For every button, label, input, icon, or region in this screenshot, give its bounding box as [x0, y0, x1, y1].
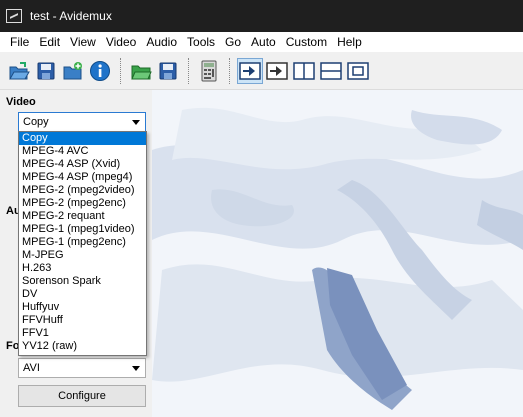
menu-auto[interactable]: Auto — [246, 32, 281, 52]
menu-bar: File Edit View Video Audio Tools Go Auto… — [0, 32, 523, 52]
codec-option-mpeg1-mpeg2enc[interactable]: MPEG-1 (mpeg2enc) — [19, 236, 146, 249]
info-icon[interactable] — [87, 58, 113, 84]
avidemux-app-icon — [6, 9, 22, 23]
chevron-down-icon — [132, 120, 140, 125]
calculator-icon[interactable] — [196, 58, 222, 84]
video-codec-value: Copy — [23, 116, 49, 128]
title-bar: test - Avidemux — [0, 0, 523, 32]
menu-tools[interactable]: Tools — [182, 32, 220, 52]
codec-option-ffvhuff[interactable]: FFVHuff — [19, 314, 146, 327]
menu-custom[interactable]: Custom — [281, 32, 332, 52]
codec-option-mpeg2-requant[interactable]: MPEG-2 requant — [19, 210, 146, 223]
toolbar-separator — [229, 57, 231, 84]
menu-go[interactable]: Go — [220, 32, 246, 52]
codec-option-mpeg2-mpeg2video[interactable]: MPEG-2 (mpeg2video) — [19, 184, 146, 197]
play-filtered-icon[interactable] — [237, 57, 263, 84]
toolbar-separator — [188, 57, 190, 84]
save-file-icon[interactable] — [33, 58, 59, 84]
menu-view[interactable]: View — [65, 32, 101, 52]
menu-video[interactable]: Video — [101, 32, 141, 52]
codec-option-yv12-raw[interactable]: YV12 (raw) — [19, 340, 146, 353]
horizontal-view-icon[interactable] — [318, 58, 344, 84]
open-folder-icon[interactable] — [128, 58, 154, 84]
menu-help[interactable]: Help — [332, 32, 367, 52]
menu-audio[interactable]: Audio — [141, 32, 182, 52]
codec-option-h263[interactable]: H.263 — [19, 262, 146, 275]
toolbar — [0, 52, 523, 90]
codec-option-mpeg4-avc[interactable]: MPEG-4 AVC — [19, 145, 146, 158]
menu-file[interactable]: File — [5, 32, 34, 52]
codec-option-mpeg2-mpeg2enc[interactable]: MPEG-2 (mpeg2enc) — [19, 197, 146, 210]
video-codec-select[interactable]: Copy — [18, 112, 146, 132]
video-preview — [152, 90, 523, 417]
next-keyframe-icon[interactable] — [264, 58, 290, 84]
append-file-icon[interactable] — [60, 58, 86, 84]
split-view-icon[interactable] — [291, 58, 317, 84]
window-title: test - Avidemux — [30, 9, 112, 23]
fullscreen-icon[interactable] — [345, 58, 371, 84]
output-format-select[interactable]: AVI — [18, 358, 146, 378]
configure-button[interactable]: Configure — [18, 385, 146, 407]
codec-option-huffyuv[interactable]: Huffyuv — [19, 301, 146, 314]
codec-option-dv[interactable]: DV — [19, 288, 146, 301]
codec-option-mpeg4-asp-xvid[interactable]: MPEG-4 ASP (Xvid) — [19, 158, 146, 171]
codec-option-mjpeg[interactable]: M-JPEG — [19, 249, 146, 262]
toolbar-separator — [120, 57, 122, 84]
save-project-icon[interactable] — [155, 58, 181, 84]
chevron-down-icon — [132, 366, 140, 371]
codec-option-ffv1[interactable]: FFV1 — [19, 327, 146, 340]
menu-edit[interactable]: Edit — [34, 32, 65, 52]
video-codec-dropdown[interactable]: Copy MPEG-4 AVC MPEG-4 ASP (Xvid) MPEG-4… — [18, 131, 147, 356]
codec-option-copy[interactable]: Copy — [19, 132, 146, 145]
preview-frame-image — [152, 90, 523, 417]
codec-option-mpeg4-asp-mpeg4[interactable]: MPEG-4 ASP (mpeg4) — [19, 171, 146, 184]
open-file-icon[interactable] — [6, 58, 32, 84]
codec-option-sorenson-spark[interactable]: Sorenson Spark — [19, 275, 146, 288]
video-section-label: Video — [6, 96, 36, 108]
codec-option-mpeg1-mpeg1video[interactable]: MPEG-1 (mpeg1video) — [19, 223, 146, 236]
output-format-value: AVI — [23, 362, 40, 374]
